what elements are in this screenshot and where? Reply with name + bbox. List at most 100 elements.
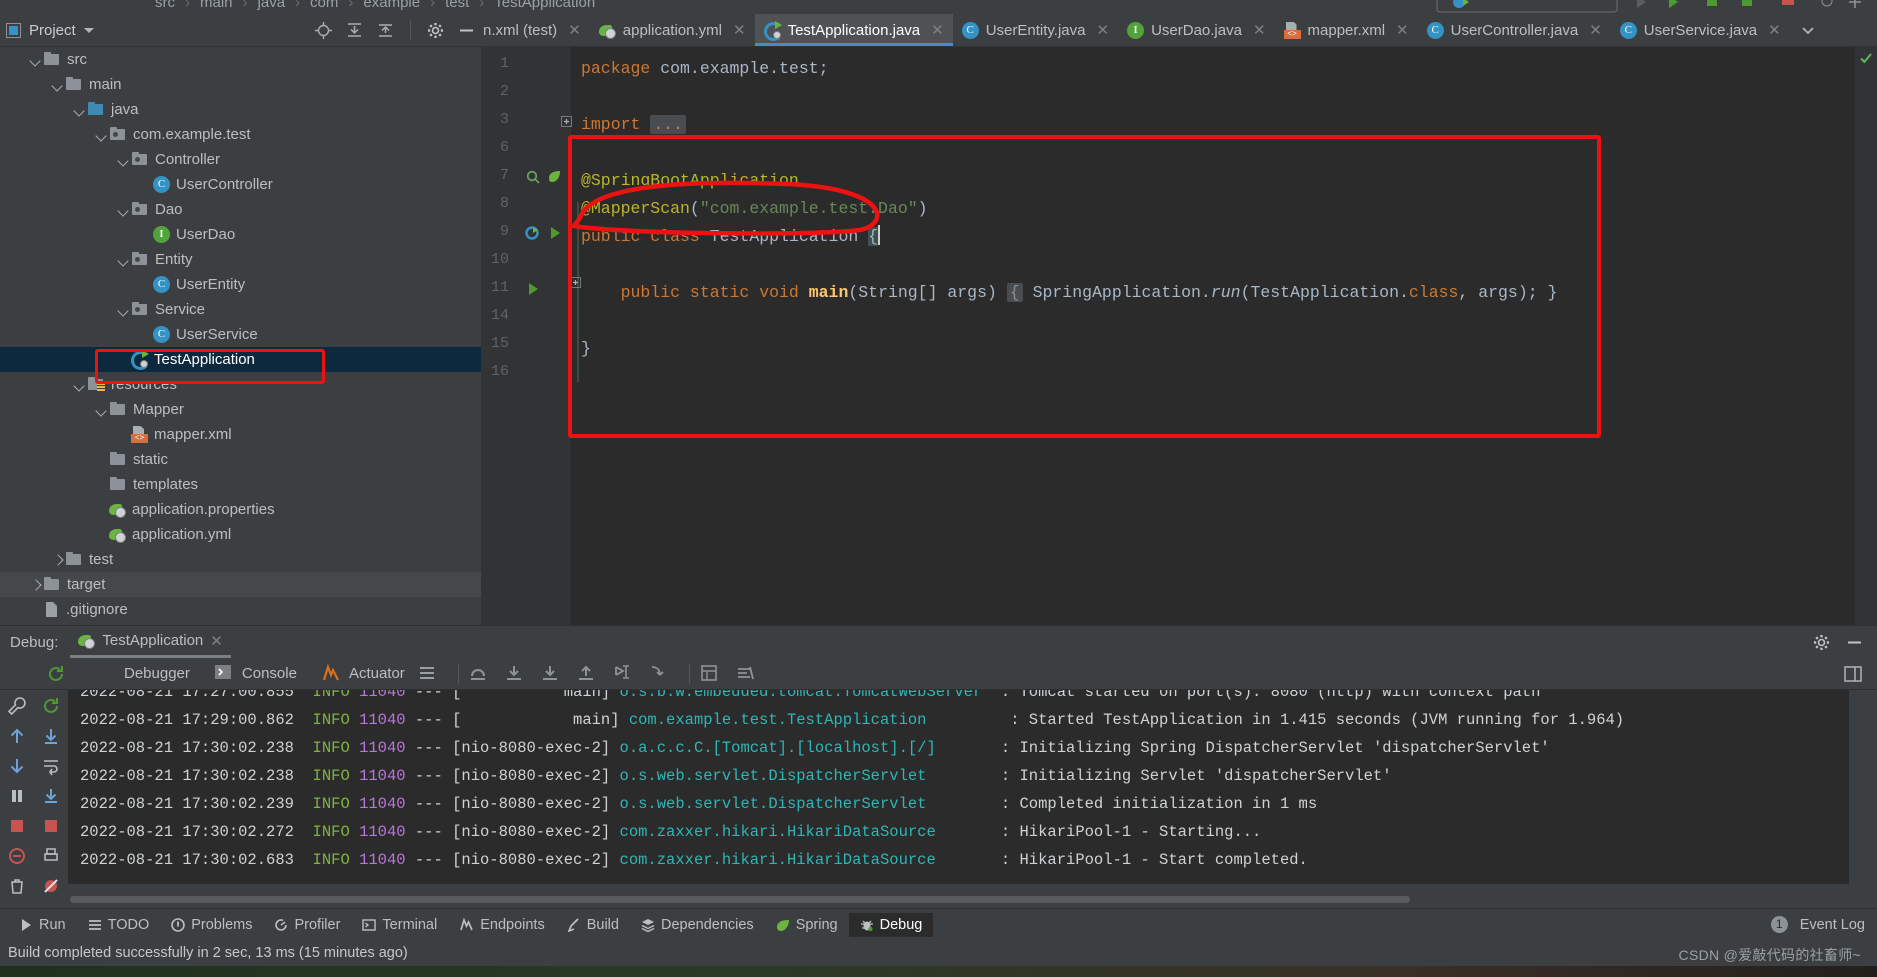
debug-left-rail[interactable]: » — [0, 690, 34, 923]
gear-icon[interactable] — [1813, 634, 1830, 651]
tree-toggle-down-icon[interactable] — [72, 377, 87, 392]
tree-item-userentity[interactable]: C UserEntity — [0, 272, 481, 297]
close-icon[interactable]: ✕ — [1096, 21, 1109, 39]
debug-console-output[interactable]: 2022-08-21 17:27:00.855 INFO 11040 --- [… — [68, 690, 1849, 884]
tree-item-controller[interactable]: Controller — [0, 147, 481, 172]
fold-bracket-icon[interactable] — [570, 277, 581, 288]
bottom-tab-debug[interactable]: Debug — [848, 912, 934, 937]
bottom-tab-spring[interactable]: Spring — [765, 913, 849, 937]
close-icon[interactable]: ✕ — [1396, 21, 1409, 39]
soft-wrap-icon[interactable] — [41, 756, 61, 776]
tree-toggle-down-icon[interactable] — [116, 252, 131, 267]
debug-session-tab[interactable]: TestApplication ✕ — [70, 626, 231, 658]
run-to-cursor-icon[interactable] — [612, 664, 634, 684]
step-into-icon[interactable] — [504, 664, 526, 684]
step-out-icon[interactable] — [576, 664, 598, 684]
code-line[interactable]: public static void main(String[] args) {… — [581, 279, 1557, 307]
bottom-tab-profiler[interactable]: Profiler — [263, 913, 351, 937]
drop-frame-icon[interactable] — [648, 664, 670, 684]
tree-item-userservice[interactable]: C UserService — [0, 322, 481, 347]
stop-icon[interactable] — [41, 816, 61, 836]
tree-item-service[interactable]: Service — [0, 297, 481, 322]
pause-icon[interactable] — [7, 786, 27, 806]
close-icon[interactable]: ✕ — [1768, 21, 1781, 39]
trash-icon[interactable] — [7, 876, 27, 896]
rerun-icon[interactable] — [46, 664, 66, 684]
tree-toggle-down-icon[interactable] — [94, 127, 109, 142]
tree-item-application-properties[interactable]: application.properties — [0, 497, 481, 522]
tree-toggle-down-icon[interactable] — [72, 102, 87, 117]
expand-all-icon[interactable] — [346, 22, 363, 39]
tree-toggle-right-icon[interactable] — [50, 552, 65, 567]
up-arrow-icon[interactable] — [7, 726, 27, 746]
tree-toggle-down-icon[interactable] — [116, 152, 131, 167]
tree-item-static[interactable]: static — [0, 447, 481, 472]
close-icon[interactable]: ✕ — [1253, 21, 1266, 39]
run-icon[interactable] — [547, 225, 563, 241]
tree-item-dao[interactable]: Dao — [0, 197, 481, 222]
tree-item-com-example-test[interactable]: com.example.test — [0, 122, 481, 147]
debug-toolbar[interactable]: Debugger Console Actuator — [0, 658, 1877, 690]
search-icon[interactable] — [525, 169, 541, 185]
tree-item-userdao[interactable]: I UserDao — [0, 222, 481, 247]
rerun-icon[interactable] — [41, 696, 61, 716]
project-tree[interactable]: src main java com.example.test Controller C Us… — [0, 47, 481, 625]
editor-tab-usercontroller-java[interactable]: C UserController.java ✕ — [1418, 14, 1611, 46]
mute-breakpoints-icon[interactable] — [41, 876, 61, 896]
layout-icon[interactable] — [417, 664, 439, 684]
scrollbar-thumb[interactable] — [70, 896, 1410, 903]
code-content[interactable]: package com.example.test; import ... @Spri… — [570, 47, 1877, 625]
bottom-tab-terminal[interactable]: Terminal — [351, 913, 448, 937]
tree-item-target[interactable]: target — [0, 572, 481, 597]
down-arrow-icon[interactable] — [7, 756, 27, 776]
tree-item-resources[interactable]: resources — [0, 372, 481, 397]
tree-toggle-down-icon[interactable] — [116, 202, 131, 217]
breadcrumb-item[interactable]: src — [155, 0, 175, 11]
editor-gutter[interactable]: 1 2 3 6 7 8 9 10 11 14 15 16 — [481, 47, 572, 625]
step-over-icon[interactable] — [468, 664, 490, 684]
tree-item-mapper-xml[interactable]: mapper.xml — [0, 422, 481, 447]
tree-item-mapper[interactable]: Mapper — [0, 397, 481, 422]
debug-left-rail-secondary[interactable] — [34, 690, 68, 924]
chevron-down-icon[interactable] — [1790, 14, 1826, 46]
breadcrumb-item[interactable]: java — [258, 0, 286, 11]
editor-tab-n-xml-test-[interactable]: n.xml (test) ✕ — [481, 14, 590, 46]
editor-tab-testapplication-java[interactable]: TestApplication.java ✕ — [754, 14, 953, 46]
tree-item-testapplication[interactable]: TestApplication — [0, 347, 481, 372]
code-line[interactable]: package com.example.test; — [581, 55, 829, 83]
breadcrumb-item[interactable]: TestApplication — [494, 0, 595, 11]
editor-tab-bar[interactable]: n.xml (test) ✕ application.yml ✕ TestApplica… — [481, 14, 1877, 47]
breadcrumb-item[interactable]: example — [363, 0, 420, 11]
bottom-tab-build[interactable]: Build — [556, 913, 630, 937]
step-down-icon[interactable] — [41, 726, 61, 746]
tree-item-usercontroller[interactable]: C UserController — [0, 172, 481, 197]
code-line[interactable]: @MapperScan("com.example.test.Dao") — [581, 195, 928, 223]
editor-right-gutter[interactable] — [1855, 47, 1877, 625]
locate-icon[interactable] — [315, 21, 332, 39]
close-icon[interactable]: ✕ — [1589, 21, 1602, 39]
tree-toggle-down-icon[interactable] — [50, 77, 65, 92]
inspection-ok-icon[interactable] — [1859, 51, 1873, 65]
spring-bean-icon[interactable] — [525, 225, 541, 241]
editor-tab-mapper-xml[interactable]: mapper.xml ✕ — [1275, 14, 1418, 46]
force-step-into-icon[interactable] — [540, 664, 562, 684]
close-icon[interactable]: ✕ — [733, 21, 746, 39]
console-horizontal-scrollbar[interactable] — [68, 895, 1849, 904]
tree-item-entity[interactable]: Entity — [0, 247, 481, 272]
tree-toggle-down-icon[interactable] — [116, 302, 131, 317]
tree-item-src[interactable]: src — [0, 47, 481, 72]
breadcrumb-item[interactable]: com — [310, 0, 338, 11]
editor-tab-userservice-java[interactable]: C UserService.java ✕ — [1611, 14, 1790, 46]
tree-item-templates[interactable]: templates — [0, 472, 481, 497]
bottom-tab-todo[interactable]: TODO — [77, 913, 161, 937]
tree-item-test[interactable]: test — [0, 547, 481, 572]
close-icon[interactable]: ✕ — [568, 21, 581, 39]
tree-item-main[interactable]: main — [0, 72, 481, 97]
gear-icon[interactable] — [427, 22, 444, 39]
code-line[interactable]: public class TestApplication { — [581, 223, 881, 251]
hide-icon[interactable] — [458, 22, 475, 39]
run-icon[interactable] — [525, 281, 541, 297]
tree-toggle-down-icon[interactable] — [94, 402, 109, 417]
bottom-tab-problems[interactable]: Problems — [160, 913, 263, 937]
evaluate-icon[interactable] — [699, 664, 721, 684]
